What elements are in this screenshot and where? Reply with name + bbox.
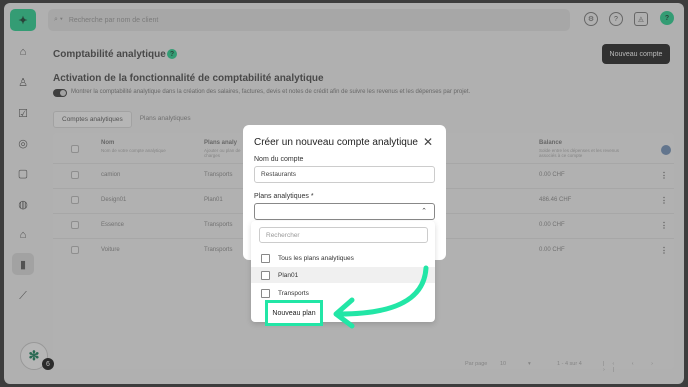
option-label: Plan01 [278,271,299,279]
plans-label: Plans analytiques * [254,193,314,200]
checkbox[interactable] [261,253,270,263]
checkbox[interactable] [261,270,270,280]
account-name-label: Nom du compte [254,156,304,163]
plans-select[interactable]: ⌃ [254,203,435,220]
close-icon[interactable]: ✕ [423,135,433,149]
account-name-input[interactable]: Restaurants [254,166,435,183]
chevron-up-icon: ⌃ [421,208,427,215]
checkbox[interactable] [261,288,270,298]
option-label: Tous les plans analytiques [278,254,354,262]
highlight-arrow-icon [333,265,429,329]
modal-title: Créer un nouveau compte analytique [254,137,418,148]
plans-search-input[interactable]: Rechercher [259,227,428,243]
option-label: Transports [278,289,309,297]
new-plan-button[interactable]: Nouveau plan [265,300,323,326]
